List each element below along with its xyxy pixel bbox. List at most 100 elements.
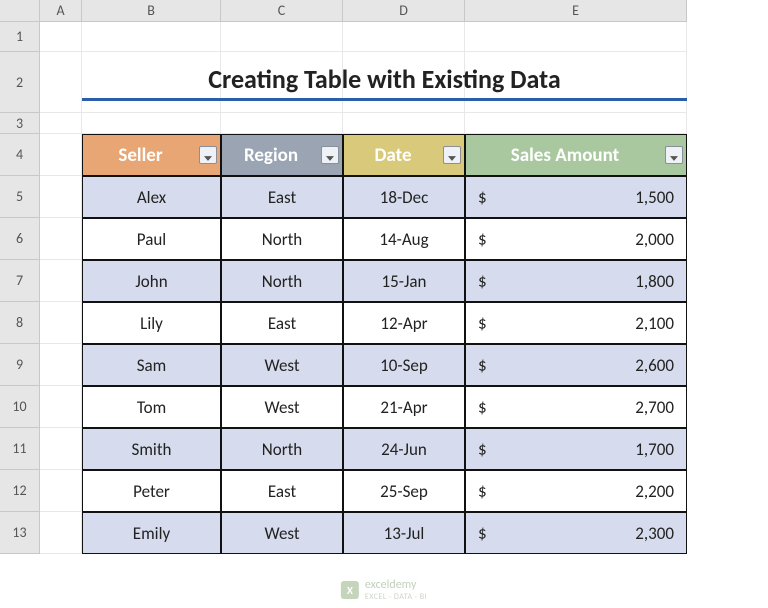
- table-cell-amount[interactable]: $1,500: [465, 176, 687, 218]
- row-header-4[interactable]: 4: [0, 134, 40, 176]
- amount-header-label: Sales Amount: [511, 144, 619, 167]
- cell[interactable]: [221, 22, 343, 52]
- table-cell-seller[interactable]: Paul: [82, 218, 221, 260]
- cell[interactable]: [82, 113, 221, 134]
- cell[interactable]: [40, 260, 82, 302]
- table-cell-region[interactable]: North: [221, 260, 343, 302]
- cell[interactable]: [40, 218, 82, 260]
- table-cell-seller[interactable]: Tom: [82, 386, 221, 428]
- cell[interactable]: [40, 302, 82, 344]
- table-cell-date[interactable]: 15-Jan: [343, 260, 465, 302]
- cell[interactable]: [465, 22, 687, 52]
- table-cell-amount[interactable]: $1,700: [465, 428, 687, 470]
- currency-symbol: $: [478, 187, 487, 208]
- col-header-B[interactable]: B: [82, 0, 221, 22]
- table-cell-seller[interactable]: Smith: [82, 428, 221, 470]
- table-cell-date[interactable]: 24-Jun: [343, 428, 465, 470]
- table-cell-region[interactable]: North: [221, 428, 343, 470]
- cell[interactable]: [40, 52, 82, 113]
- cell[interactable]: [40, 344, 82, 386]
- cell[interactable]: [40, 113, 82, 134]
- table-cell-date[interactable]: 14-Aug: [343, 218, 465, 260]
- table-cell-region[interactable]: West: [221, 344, 343, 386]
- table-cell-seller[interactable]: Lily: [82, 302, 221, 344]
- cell[interactable]: [40, 134, 82, 176]
- table-cell-amount[interactable]: $2,100: [465, 302, 687, 344]
- amount-value: 2,700: [635, 397, 674, 418]
- currency-symbol: $: [478, 523, 487, 544]
- table-cell-region[interactable]: East: [221, 470, 343, 512]
- cell[interactable]: [343, 22, 465, 52]
- table-cell-seller[interactable]: Emily: [82, 512, 221, 554]
- amount-value: 1,700: [635, 439, 674, 460]
- cell[interactable]: [221, 113, 343, 134]
- row-header-11[interactable]: 11: [0, 428, 40, 470]
- title-cell: Creating Table with Existing Data: [82, 60, 687, 101]
- table-cell-date[interactable]: 12-Apr: [343, 302, 465, 344]
- amount-value: 2,000: [635, 229, 674, 250]
- row-header-8[interactable]: 8: [0, 302, 40, 344]
- select-all-corner[interactable]: [0, 0, 40, 22]
- cell[interactable]: [40, 386, 82, 428]
- row-header-3[interactable]: 3: [0, 113, 40, 134]
- row-header-13[interactable]: 13: [0, 512, 40, 554]
- chevron-down-icon: [448, 144, 456, 167]
- cell[interactable]: [465, 113, 687, 134]
- row-header-7[interactable]: 7: [0, 260, 40, 302]
- table-cell-amount[interactable]: $2,700: [465, 386, 687, 428]
- table-cell-region[interactable]: East: [221, 176, 343, 218]
- table-cell-seller[interactable]: Alex: [82, 176, 221, 218]
- table-cell-amount[interactable]: $1,800: [465, 260, 687, 302]
- col-header-A[interactable]: A: [40, 0, 82, 22]
- filter-button[interactable]: [321, 146, 339, 164]
- cell[interactable]: [40, 176, 82, 218]
- cell[interactable]: [40, 470, 82, 512]
- col-header-C[interactable]: C: [221, 0, 343, 22]
- table-cell-date[interactable]: 13-Jul: [343, 512, 465, 554]
- row-header-5[interactable]: 5: [0, 176, 40, 218]
- cell[interactable]: [82, 22, 221, 52]
- currency-symbol: $: [478, 397, 487, 418]
- currency-symbol: $: [478, 355, 487, 376]
- row-header-1[interactable]: 1: [0, 22, 40, 52]
- table-cell-region[interactable]: West: [221, 512, 343, 554]
- row-header-12[interactable]: 12: [0, 470, 40, 512]
- amount-value: 2,200: [635, 481, 674, 502]
- chevron-down-icon: [326, 144, 334, 167]
- region-header: Region: [221, 134, 343, 176]
- date-header: Date: [343, 134, 465, 176]
- row-header-9[interactable]: 9: [0, 344, 40, 386]
- table-cell-date[interactable]: 21-Apr: [343, 386, 465, 428]
- table-cell-amount[interactable]: $2,300: [465, 512, 687, 554]
- currency-symbol: $: [478, 481, 487, 502]
- amount-value: 2,600: [635, 355, 674, 376]
- col-header-E[interactable]: E: [465, 0, 687, 22]
- table-cell-region[interactable]: West: [221, 386, 343, 428]
- table-cell-date[interactable]: 18-Dec: [343, 176, 465, 218]
- table-cell-region[interactable]: North: [221, 218, 343, 260]
- row-header-6[interactable]: 6: [0, 218, 40, 260]
- table-cell-date[interactable]: 10-Sep: [343, 344, 465, 386]
- table-cell-date[interactable]: 25-Sep: [343, 470, 465, 512]
- table-cell-region[interactable]: East: [221, 302, 343, 344]
- table-cell-amount[interactable]: $2,000: [465, 218, 687, 260]
- brand-name: exceldemy: [365, 578, 427, 592]
- cell[interactable]: [40, 512, 82, 554]
- row-header-2[interactable]: 2: [0, 52, 40, 113]
- col-header-D[interactable]: D: [343, 0, 465, 22]
- amount-value: 1,500: [635, 187, 674, 208]
- brand-icon: X: [341, 581, 359, 599]
- table-cell-seller[interactable]: John: [82, 260, 221, 302]
- filter-button[interactable]: [199, 146, 217, 164]
- row-header-10[interactable]: 10: [0, 386, 40, 428]
- amount-value: 2,300: [635, 523, 674, 544]
- table-cell-amount[interactable]: $2,600: [465, 344, 687, 386]
- table-cell-seller[interactable]: Peter: [82, 470, 221, 512]
- filter-button[interactable]: [665, 146, 683, 164]
- cell[interactable]: [40, 428, 82, 470]
- table-cell-amount[interactable]: $2,200: [465, 470, 687, 512]
- cell[interactable]: [343, 113, 465, 134]
- table-cell-seller[interactable]: Sam: [82, 344, 221, 386]
- cell[interactable]: [40, 22, 82, 52]
- filter-button[interactable]: [443, 146, 461, 164]
